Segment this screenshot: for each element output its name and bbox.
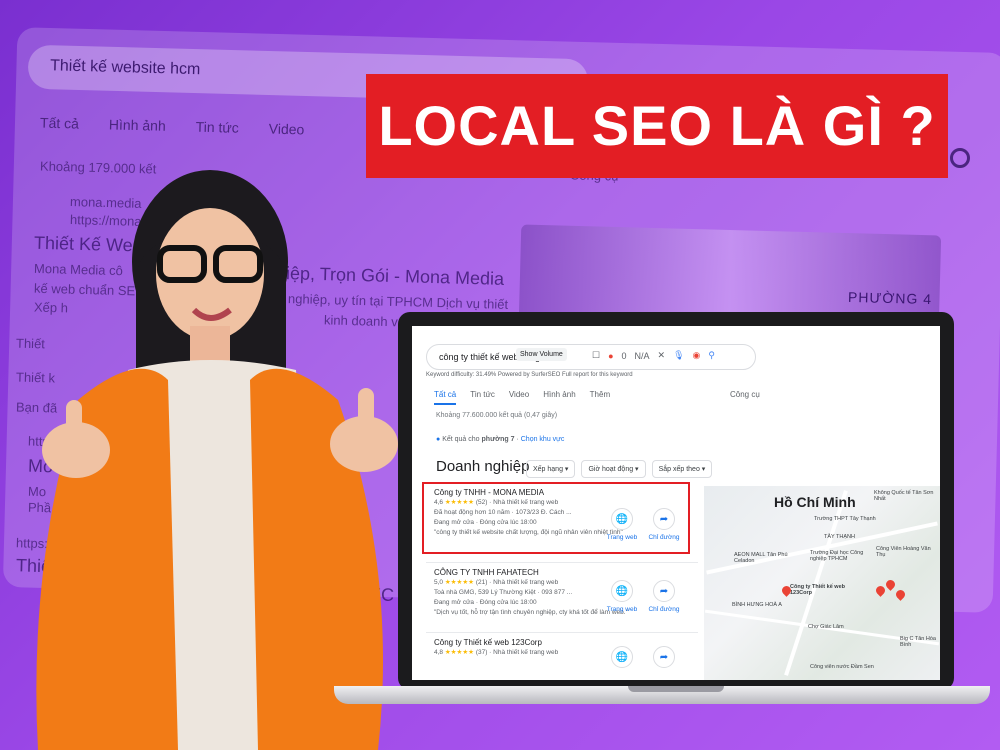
map-pin-icon[interactable] <box>894 588 907 601</box>
star-rating: ★★★★★ <box>444 649 474 656</box>
show-volume-button[interactable]: Show Volume <box>516 348 567 361</box>
map-label: Công ty Thiết kế web 123Corp <box>790 584 846 596</box>
listing-category: Nhà thiết kế trang web <box>493 499 559 506</box>
location-prefix: Kết quả cho <box>442 436 480 443</box>
background-tab: Tin tức <box>195 118 240 136</box>
star-rating: ★★★★★ <box>444 579 474 586</box>
search-toolbar-icons: ☐ ● 0 N/A ✕ 🎙 ◉ ⚲ <box>592 350 715 361</box>
listing-review-count: (21) <box>475 579 488 586</box>
business-heading: Doanh nghiệp <box>436 458 530 475</box>
search-tabs: Tất cả Tin tức Video Hình ảnh Thêm <box>434 390 610 405</box>
listing-review-count: (37) <box>475 649 488 656</box>
woman-photo <box>36 170 398 750</box>
left-thumb <box>66 400 82 440</box>
divider <box>426 562 698 563</box>
map-label: Big C Tân Hòa Bình <box>900 636 936 648</box>
laptop-screen: công ty thiết kế website gần đó Show Vol… <box>412 326 940 680</box>
right-thumb <box>358 388 374 430</box>
background-tab: Tất cả <box>39 114 80 132</box>
headline-banner: LOCAL SEO LÀ GÌ ? <box>366 74 948 178</box>
listing-category: Nhà thiết kế trang web <box>493 649 559 656</box>
website-label: Trang web <box>606 534 638 541</box>
globe-icon: 🌐 <box>611 508 633 530</box>
filter-hours[interactable]: Giờ hoạt động ▾ <box>581 460 646 478</box>
website-button[interactable]: 🌐 Trang web <box>602 580 642 613</box>
background-ward-label: PHƯỜNG 4 <box>847 288 933 308</box>
website-button[interactable]: 🌐 Trang web <box>602 508 642 541</box>
map-label: Không Quốc tế Tân Sơn Nhất <box>874 490 934 502</box>
filter-sort[interactable]: Sắp xếp theo ▾ <box>651 460 713 478</box>
map[interactable]: Hồ Chí Minh Không Quốc tế Tân Sơn Nhất T… <box>704 486 940 680</box>
neck <box>190 326 230 366</box>
tools-button[interactable]: Công cụ <box>730 390 760 399</box>
tab-all[interactable]: Tất cả <box>434 390 457 405</box>
tab-video[interactable]: Video <box>509 390 529 405</box>
business-filters: Xếp hạng ▾ Giờ hoạt động ▾ Sắp xếp theo … <box>526 460 713 478</box>
lens-icon[interactable]: ◉ <box>693 350 701 361</box>
checkbox-icon[interactable]: ☐ <box>592 350 600 361</box>
globe-icon: 🌐 <box>611 646 633 668</box>
close-icon[interactable]: ✕ <box>658 350 666 361</box>
website-label: Trang web <box>606 606 638 613</box>
counter-text: 0 <box>621 350 627 361</box>
listing-rating-line: 4,6 ★★★★★ (52) · Nhà thiết kế trang web <box>434 499 559 506</box>
tab-news[interactable]: Tin tức <box>470 390 495 405</box>
tab-images[interactable]: Hình ảnh <box>543 390 575 405</box>
listing-name[interactable]: CÔNG TY TNHH FAHATECH <box>434 568 698 578</box>
directions-label: Chỉ đường <box>648 534 680 541</box>
laptop-notch <box>628 686 724 692</box>
map-label: Chợ Giác Lâm <box>808 624 844 630</box>
na-text: N/A <box>634 350 650 361</box>
globe-icon: 🌐 <box>611 580 633 602</box>
listing-category: Nhà thiết kế trang web <box>493 579 559 586</box>
location-name: phường 7 <box>481 436 515 443</box>
directions-icon: ➦ <box>653 580 675 602</box>
map-label: AEON MALL Tân Phú Celadon <box>734 552 788 564</box>
listing-name[interactable]: Công ty TNHH - MONA MEDIA <box>434 488 698 498</box>
listing-rating: 4,8 <box>434 649 444 656</box>
directions-label: Chỉ đường <box>648 606 680 613</box>
directions-icon: ➦ <box>653 646 675 668</box>
background-tab: Hình ảnh <box>108 116 166 134</box>
keyword-difficulty-line: Keyword difficulty: 31.49% Powered by Su… <box>426 372 633 378</box>
directions-button[interactable]: ➦ Chỉ đường <box>644 580 684 613</box>
map-label: TÂY THẠNH <box>824 534 855 540</box>
location-line: ● Kết quả cho phường 7 · Chọn khu vực <box>436 436 565 443</box>
jacket-left <box>36 368 178 750</box>
star-rating: ★★★★★ <box>444 499 474 506</box>
map-pin-icon[interactable] <box>884 578 897 591</box>
listing-rating: 5,0 <box>434 579 444 586</box>
map-pin-icon[interactable] <box>874 584 887 597</box>
divider <box>426 632 698 633</box>
tab-more[interactable]: Thêm <box>590 390 610 405</box>
map-label: Trường THPT Tây Thạnh <box>814 516 876 522</box>
red-dot-icon: ● <box>608 350 614 361</box>
directions-button[interactable]: ➦ Chỉ đường <box>644 508 684 541</box>
directions-icon: ➦ <box>653 508 675 530</box>
results-stats: Khoảng 77.600.000 kết quả (0,47 giây) <box>436 412 558 419</box>
map-label: Công Viên Hoàng Văn Thụ <box>876 546 931 558</box>
gear-icon <box>950 148 970 168</box>
mic-icon[interactable]: 🎙 <box>673 350 684 361</box>
location-dot-icon: ● <box>436 436 441 443</box>
filter-rating[interactable]: Xếp hạng ▾ <box>526 460 576 478</box>
map-label: Công viên nước Đầm Sen <box>810 664 874 670</box>
map-city-label: Hồ Chí Minh <box>774 494 856 510</box>
listing-review-count: (52) <box>475 499 488 506</box>
background-tab: Video <box>268 120 305 138</box>
search-icon[interactable]: ⚲ <box>708 350 715 361</box>
map-label: BÌNH HƯNG HOÀ A <box>732 602 782 608</box>
directions-button[interactable]: ➦ <box>644 646 684 672</box>
map-label: Trường Đại học Công nghiệp TPHCM <box>810 550 864 562</box>
choose-area-link[interactable]: Chọn khu vực <box>521 436 565 443</box>
listing-rating: 4,6 <box>434 499 444 506</box>
website-button[interactable]: 🌐 <box>602 646 642 672</box>
